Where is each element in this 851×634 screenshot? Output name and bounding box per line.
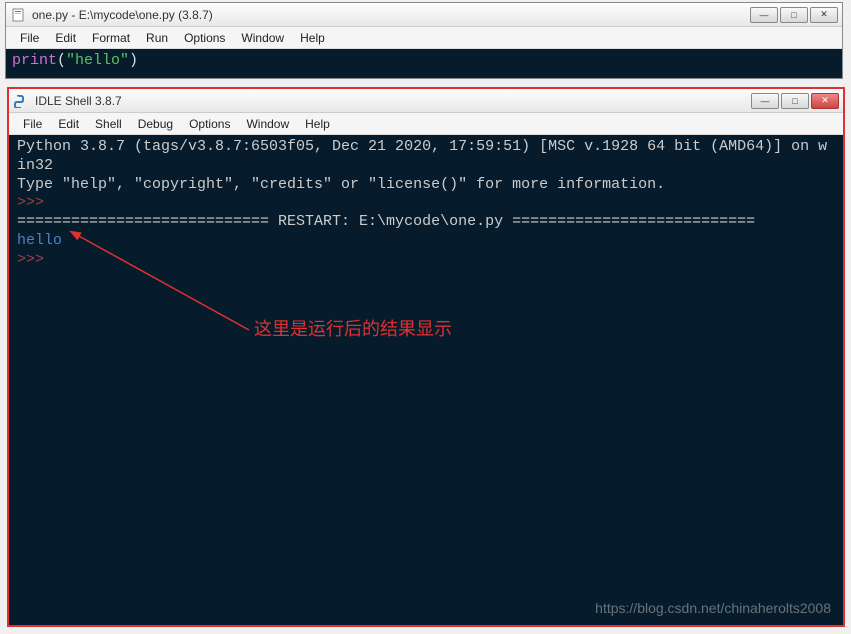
menu-run[interactable]: Run <box>138 29 176 47</box>
minimize-button[interactable]: — <box>751 93 779 109</box>
shell-output: hello <box>17 232 835 251</box>
shell-window: IDLE Shell 3.8.7 — □ ✕ File Edit Shell D… <box>7 87 845 627</box>
maximize-button[interactable]: □ <box>780 7 808 23</box>
menu-file[interactable]: File <box>12 29 47 47</box>
menu-window[interactable]: Window <box>238 115 297 133</box>
menu-debug[interactable]: Debug <box>130 115 181 133</box>
close-button[interactable]: ✕ <box>811 93 839 109</box>
watermark: https://blog.csdn.net/chinaherolts2008 <box>595 600 831 618</box>
code-paren-close: ) <box>129 52 138 69</box>
menu-options[interactable]: Options <box>181 115 238 133</box>
editor-title: one.py - E:\mycode\one.py (3.8.7) <box>32 8 750 22</box>
shell-title: IDLE Shell 3.8.7 <box>35 94 751 108</box>
maximize-button[interactable]: □ <box>781 93 809 109</box>
menu-file[interactable]: File <box>15 115 50 133</box>
code-paren-open: ( <box>57 52 66 69</box>
shell-window-controls: — □ ✕ <box>751 93 839 109</box>
shell-prompt: >>> <box>17 251 835 270</box>
menu-format[interactable]: Format <box>84 29 138 47</box>
python-file-icon <box>10 7 26 23</box>
close-button[interactable]: ✕ <box>810 7 838 23</box>
editor-window-controls: — □ ✕ <box>750 7 838 23</box>
menu-window[interactable]: Window <box>233 29 292 47</box>
shell-restart: ============================ RESTART: E:… <box>17 213 835 232</box>
code-string: "hello" <box>66 52 129 69</box>
menu-edit[interactable]: Edit <box>47 29 84 47</box>
editor-window: one.py - E:\mycode\one.py (3.8.7) — □ ✕ … <box>5 2 843 79</box>
menu-shell[interactable]: Shell <box>87 115 130 133</box>
menu-options[interactable]: Options <box>176 29 233 47</box>
shell-menubar: File Edit Shell Debug Options Window Hel… <box>9 113 843 135</box>
annotation-text: 这里是运行后的结果显示 <box>254 318 452 341</box>
editor-content[interactable]: print("hello") <box>6 49 842 78</box>
shell-banner-2: Type "help", "copyright", "credits" or "… <box>17 176 835 195</box>
shell-content[interactable]: Python 3.8.7 (tags/v3.8.7:6503f05, Dec 2… <box>9 135 843 625</box>
code-keyword: print <box>12 52 57 69</box>
shell-prompt: >>> <box>17 194 835 213</box>
python-shell-icon <box>13 93 29 109</box>
menu-edit[interactable]: Edit <box>50 115 87 133</box>
shell-titlebar[interactable]: IDLE Shell 3.8.7 — □ ✕ <box>9 89 843 113</box>
shell-banner-1: Python 3.8.7 (tags/v3.8.7:6503f05, Dec 2… <box>17 138 835 176</box>
editor-menubar: File Edit Format Run Options Window Help <box>6 27 842 49</box>
minimize-button[interactable]: — <box>750 7 778 23</box>
menu-help[interactable]: Help <box>292 29 333 47</box>
menu-help[interactable]: Help <box>297 115 338 133</box>
editor-titlebar[interactable]: one.py - E:\mycode\one.py (3.8.7) — □ ✕ <box>6 3 842 27</box>
